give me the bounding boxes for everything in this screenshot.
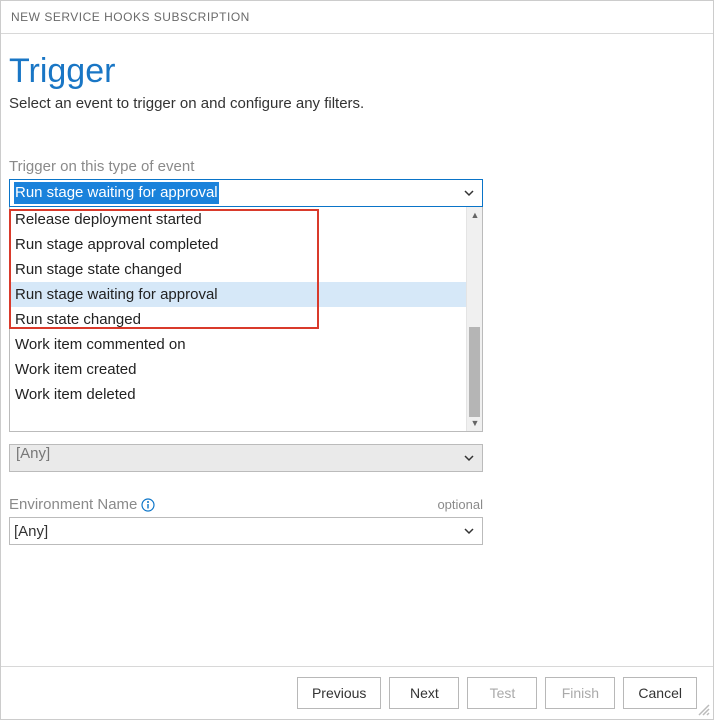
trigger-select-value: Run stage waiting for approval (14, 182, 219, 204)
dropdown-options: Release deployment startedRun stage appr… (10, 207, 466, 407)
scrollbar[interactable]: ▲ ▼ (466, 207, 482, 431)
next-button[interactable]: Next (389, 677, 459, 709)
scroll-thumb[interactable] (469, 327, 480, 417)
optional-label: optional (437, 497, 483, 512)
dropdown-item[interactable]: Release deployment started (10, 207, 466, 232)
any-value: [Any] (16, 445, 50, 462)
trigger-label: Trigger on this type of event (9, 158, 483, 175)
page-title: Trigger (9, 52, 683, 91)
finish-button: Finish (545, 677, 615, 709)
dialog-body: Trigger Select an event to trigger on an… (1, 34, 713, 666)
dropdown-item[interactable]: Run state changed (10, 307, 466, 332)
dialog-footer: Previous Next Test Finish Cancel (1, 666, 713, 719)
chevron-down-icon (462, 186, 476, 200)
environment-label-text: Environment Name (9, 496, 137, 513)
trigger-field: Trigger on this type of event Run stage … (9, 158, 483, 432)
previous-button[interactable]: Previous (297, 677, 381, 709)
dialog-title: NEW SERVICE HOOKS SUBSCRIPTION (11, 10, 250, 24)
scroll-up-icon[interactable]: ▲ (467, 207, 483, 223)
dropdown-item[interactable]: Run stage state changed (10, 257, 466, 282)
environment-field: Environment Name optional [Any] (9, 496, 483, 545)
resize-grip[interactable] (697, 703, 711, 717)
environment-select-value: [Any] (14, 523, 48, 540)
cancel-button[interactable]: Cancel (623, 677, 697, 709)
environment-select[interactable]: [Any] (9, 517, 483, 545)
dropdown-item[interactable]: Work item deleted (10, 382, 466, 407)
dialog: NEW SERVICE HOOKS SUBSCRIPTION Trigger S… (0, 0, 714, 720)
chevron-down-icon (462, 524, 476, 538)
dropdown-item[interactable]: Run stage approval completed (10, 232, 466, 257)
close-button[interactable] (681, 7, 701, 27)
test-button: Test (467, 677, 537, 709)
trigger-select[interactable]: Run stage waiting for approval (9, 179, 483, 207)
scroll-down-icon[interactable]: ▼ (467, 415, 483, 431)
info-icon[interactable] (141, 498, 155, 512)
any-field: [Any] (9, 444, 483, 472)
titlebar: NEW SERVICE HOOKS SUBSCRIPTION (1, 1, 713, 34)
trigger-dropdown-list[interactable]: Release deployment startedRun stage appr… (9, 207, 483, 432)
dropdown-item[interactable]: Work item created (10, 357, 466, 382)
any-input-disabled: [Any] (9, 444, 483, 472)
environment-label: Environment Name (9, 496, 155, 513)
dropdown-item[interactable]: Work item commented on (10, 332, 466, 357)
chevron-down-icon (462, 451, 476, 465)
page-subtitle: Select an event to trigger on and config… (9, 95, 683, 112)
dropdown-item[interactable]: Run stage waiting for approval (10, 282, 466, 307)
